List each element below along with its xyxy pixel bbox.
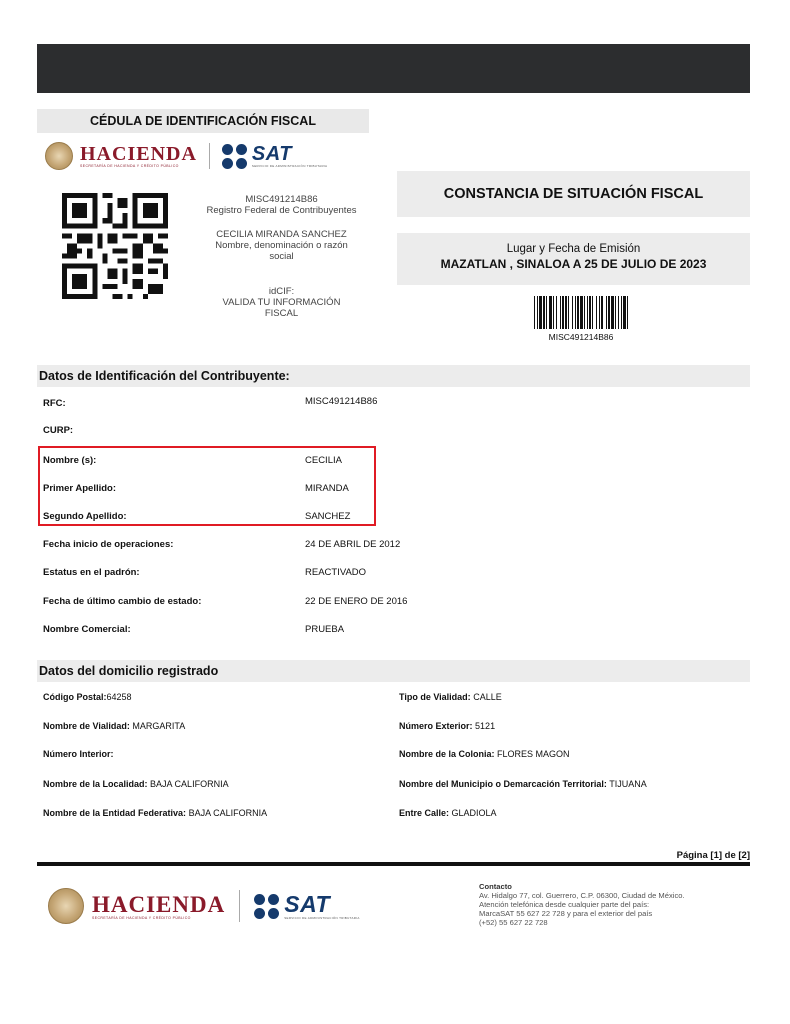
logo-divider-footer — [239, 890, 241, 922]
contact-line-1: Av. Hidalgo 77, col. Guerrero, C.P. 0630… — [479, 891, 685, 900]
section-contribuyente-title: Datos de Identificación del Contribuyent… — [37, 365, 750, 387]
contact-line-4: (+52) 55 627 22 728 — [479, 918, 548, 927]
barcode-label: MISC491214B86 — [548, 332, 614, 342]
qr-code — [62, 193, 168, 299]
contact-block: Contacto Av. Hidalgo 77, col. Guerrero, … — [479, 882, 754, 927]
cedula-title: CÉDULA DE IDENTIFICACIÓN FISCAL — [37, 109, 369, 133]
label-nombre-comercial: Nombre Comercial: — [43, 624, 131, 635]
lugar-fecha-box: Lugar y Fecha de Emisión MAZATLAN , SINA… — [397, 233, 750, 285]
sat-dots-icon — [221, 143, 247, 169]
value-fecha-inicio: 24 DE ABRIL DE 2012 — [305, 539, 401, 550]
header-bar — [37, 44, 750, 93]
contact-line-2: Atención telefónica desde cualquier part… — [479, 900, 650, 909]
sat-logo: SAT — [251, 143, 292, 165]
value-estatus: REACTIVADO — [305, 567, 367, 578]
contact-title: Contacto — [479, 882, 512, 891]
value-ultimo-cambio: 22 DE ENERO DE 2016 — [305, 596, 408, 607]
field-municipio: Nombre del Municipio o Demarcación Terri… — [399, 779, 647, 789]
idcif-block: idCIF: VALIDA TU INFORMACIÓN FISCAL — [190, 286, 373, 319]
label-fecha-inicio: Fecha inicio de operaciones: — [43, 539, 174, 550]
name-value: CECILIA MIRANDA SANCHEZ — [216, 229, 347, 240]
name-block: CECILIA MIRANDA SANCHEZ Nombre, denomina… — [190, 229, 373, 262]
value-nombre-comercial: PRUEBA — [305, 624, 345, 635]
valida-line-2: FISCAL — [264, 308, 299, 319]
hacienda-logo: HACIENDA — [80, 143, 197, 165]
barcode — [534, 296, 628, 329]
page-number: Página [1] de [2] — [676, 850, 750, 861]
label-estatus: Estatus en el padrón: — [43, 567, 140, 578]
value-rfc: MISC491214B86 — [305, 396, 378, 407]
sat-logo-footer: SAT — [284, 890, 331, 917]
rfc-caption: Registro Federal de Contribuyentes — [206, 205, 357, 216]
label-rfc: RFC: — [43, 398, 66, 409]
field-nombre-vialidad: Nombre de Vialidad: MARGARITA — [43, 721, 186, 731]
hacienda-seal-icon — [48, 888, 84, 924]
section-domicilio-title: Datos del domicilio registrado — [37, 660, 750, 682]
logos-bottom: HACIENDA SECRETARÍA DE HACIENDA Y CRÉDIT… — [48, 888, 360, 924]
label-curp: CURP: — [43, 425, 74, 436]
logos-top: HACIENDA SECRETARÍA DE HACIENDA Y CRÉDIT… — [45, 142, 327, 170]
hacienda-logo-footer: HACIENDA — [92, 891, 226, 917]
field-colonia: Nombre de la Colonia: FLORES MAGON — [399, 749, 570, 759]
hacienda-seal-icon — [45, 142, 73, 170]
name-caption-1: Nombre, denominación o razón — [215, 240, 348, 251]
field-tipo-vialidad: Tipo de Vialidad: CALLE — [399, 692, 502, 702]
field-numero-interior: Número Interior: — [43, 749, 114, 759]
footer-rule — [37, 862, 750, 866]
label-ultimo-cambio: Fecha de último cambio de estado: — [43, 596, 202, 607]
field-entre-calle: Entre Calle: GLADIOLA — [399, 808, 497, 818]
field-codigo-postal: Código Postal:64258 — [43, 692, 132, 702]
constancia-title: CONSTANCIA DE SITUACIÓN FISCAL — [397, 171, 750, 217]
field-entidad-federativa: Nombre de la Entidad Federativa: BAJA CA… — [43, 808, 268, 818]
lugar-caption: Lugar y Fecha de Emisión — [506, 243, 641, 255]
idcif-label: idCIF: — [268, 286, 295, 297]
lugar-value: MAZATLAN , SINALOA A 25 DE JULIO DE 2023 — [440, 257, 707, 271]
name-caption-2: social — [269, 251, 294, 262]
rfc-block: MISC491214B86 Registro Federal de Contri… — [190, 194, 373, 216]
sat-subtitle-footer: SERVICIO DE ADMINISTRACIÓN TRIBUTARIA — [284, 915, 360, 920]
valida-line-1: VALIDA TU INFORMACIÓN — [222, 297, 341, 308]
logo-divider — [208, 143, 210, 169]
contact-line-3: MarcaSAT 55 627 22 728 y para el exterio… — [479, 909, 653, 918]
field-numero-exterior: Número Exterior: 5121 — [399, 721, 496, 731]
field-localidad: Nombre de la Localidad: BAJA CALIFORNIA — [43, 779, 229, 789]
sat-dots-icon — [254, 893, 280, 919]
rfc-value: MISC491214B86 — [245, 194, 318, 205]
highlight-box — [38, 446, 376, 526]
sat-subtitle: SERVICIO DE ADMINISTRACIÓN TRIBUTARIA — [251, 164, 328, 168]
